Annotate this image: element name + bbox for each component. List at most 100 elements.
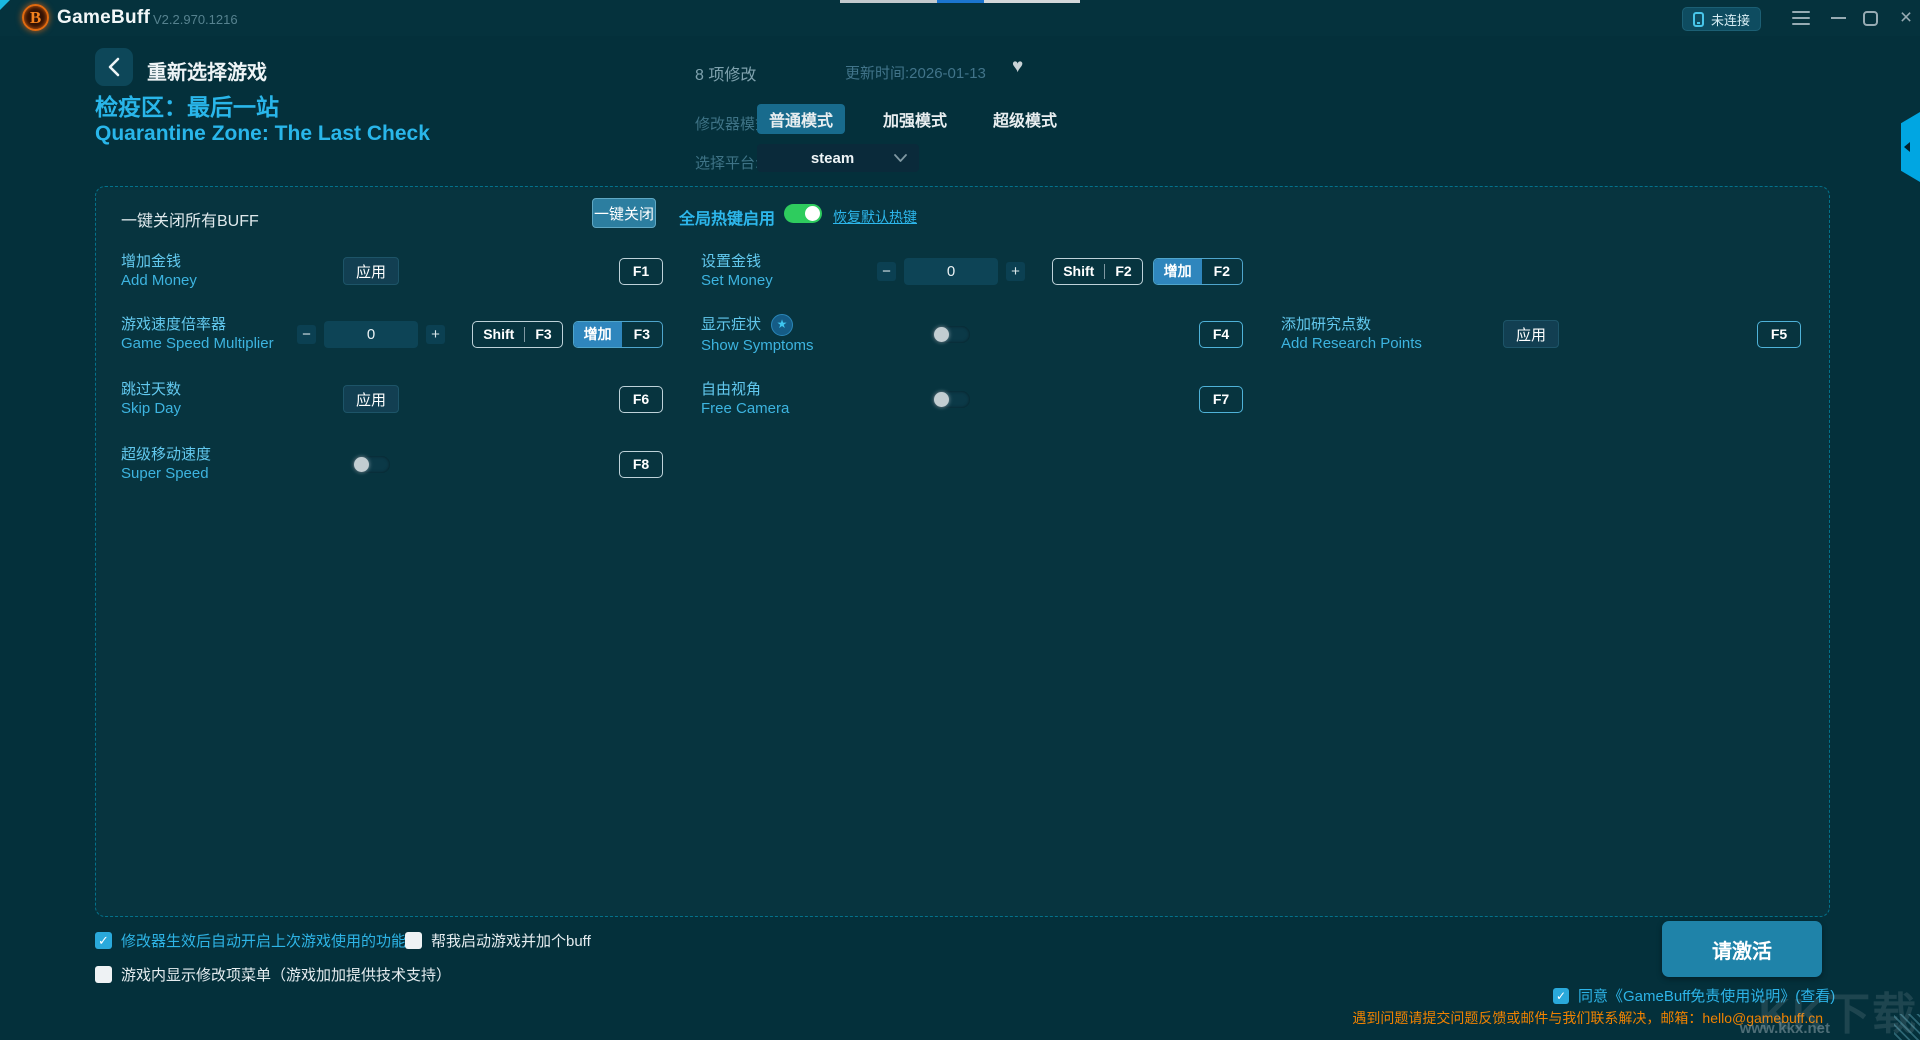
- hotkey-shift-f2[interactable]: Shift F2: [1052, 257, 1143, 285]
- corner-accent: [0, 0, 10, 10]
- apply-button[interactable]: 应用: [342, 385, 399, 413]
- auto-enable-label[interactable]: 修改器生效后自动开启上次游戏使用的功能: [121, 930, 406, 951]
- platform-label: 选择平台:: [695, 155, 760, 172]
- game-title-en: Quarantine Zone: The Last Check: [95, 122, 430, 145]
- value-input[interactable]: [324, 320, 418, 348]
- feature-name-en: Show Symptoms: [701, 336, 814, 354]
- close-icon[interactable]: ×: [1894, 5, 1918, 31]
- heart-icon[interactable]: ♥: [1012, 56, 1023, 78]
- increment-button[interactable]: +: [1006, 261, 1025, 281]
- watermark-site: www.kkx.net: [1739, 1020, 1830, 1037]
- platform-select[interactable]: steam: [757, 144, 919, 172]
- feature-skip-day: 跳过天数 Skip Day 应用 F6: [121, 373, 701, 425]
- checkbox-unchecked[interactable]: [95, 966, 112, 983]
- side-panel-pull-tab[interactable]: [1901, 112, 1920, 182]
- app-title: GameBuff: [57, 7, 151, 28]
- hotkey-f4[interactable]: F4: [1199, 320, 1243, 348]
- feature-label: 显示症状 ★ Show Symptoms: [701, 313, 871, 355]
- feature-label: 增加金钱 Add Money: [121, 252, 291, 290]
- corner-stripes: [1894, 1014, 1920, 1040]
- apply-button[interactable]: 应用: [1502, 320, 1559, 348]
- toggle-switch[interactable]: [352, 455, 390, 473]
- feature-super-speed: 超级移动速度 Super Speed F8: [121, 438, 701, 490]
- feature-name-cn: 跳过天数: [121, 381, 182, 398]
- tab-enhanced-mode[interactable]: 加强模式: [875, 104, 955, 134]
- feature-name-cn-text: 显示症状: [701, 316, 762, 333]
- feature-label: 设置金钱 Set Money: [701, 252, 871, 290]
- close-all-buff-label: 一键关闭所有BUFF: [121, 213, 259, 230]
- tab-super-mode[interactable]: 超级模式: [985, 104, 1065, 134]
- hotkey-f6[interactable]: F6: [619, 385, 663, 413]
- hamburger-menu-icon[interactable]: [1790, 9, 1812, 27]
- launch-buff-label[interactable]: 帮我启动游戏并加个buff: [431, 930, 591, 951]
- feature-label: 游戏速度倍率器 Game Speed Multiplier: [121, 315, 291, 353]
- toggle-knob: [934, 391, 949, 407]
- hotkey-f7[interactable]: F7: [1199, 385, 1243, 413]
- maximize-icon[interactable]: [1860, 8, 1880, 28]
- hotkey-key: F3: [535, 326, 552, 342]
- hotkey-f8[interactable]: F8: [619, 450, 663, 478]
- chevron-down-icon: [894, 154, 907, 162]
- features-panel: 一键关闭所有BUFF 一键关闭 全局热键启用 恢复默认热键 增加金钱 Add M…: [95, 186, 1830, 917]
- value-input[interactable]: [904, 257, 998, 285]
- feature-free-camera: 自由视角 Free Camera F7: [701, 373, 1281, 425]
- gamebuff-logo-icon: B: [22, 4, 49, 31]
- increment-button[interactable]: +: [426, 324, 445, 344]
- phone-icon: [1693, 11, 1704, 27]
- hotkey-increase-f2[interactable]: 增加 F2: [1152, 257, 1243, 285]
- back-button[interactable]: [95, 48, 133, 86]
- restore-default-hotkeys-link[interactable]: 恢复默认热键: [833, 207, 917, 227]
- toggle-knob: [805, 206, 820, 221]
- decrement-button[interactable]: −: [877, 261, 896, 281]
- feature-name-cn: 超级移动速度: [121, 446, 212, 463]
- app-version: V2.2.970.1216: [153, 12, 238, 27]
- top-edge-strip: [840, 0, 1080, 3]
- feature-name-cn: 增加金钱: [121, 253, 182, 270]
- connection-status-label: 未连接: [1711, 12, 1751, 28]
- hotkey-modifier: Shift: [1063, 263, 1095, 279]
- feature-name-en: Game Speed Multiplier: [121, 335, 274, 352]
- apply-button[interactable]: 应用: [342, 257, 399, 285]
- feature-name-en: Free Camera: [701, 400, 790, 417]
- feature-label: 跳过天数 Skip Day: [121, 380, 291, 418]
- connection-status-button[interactable]: 未连接: [1682, 7, 1762, 31]
- feature-show-symptoms: 显示症状 ★ Show Symptoms F4: [701, 308, 1281, 360]
- feature-label: 超级移动速度 Super Speed: [121, 445, 291, 483]
- feature-name-cn: 自由视角: [701, 381, 762, 398]
- hotkey-key: F2: [1115, 263, 1132, 279]
- chevron-left-icon: [108, 57, 120, 77]
- star-badge-icon: ★: [771, 313, 794, 336]
- ingame-menu-label[interactable]: 游戏内显示修改项菜单（游戏加加提供技术支持）: [121, 964, 451, 985]
- hotkey-f1[interactable]: F1: [619, 257, 663, 285]
- increase-label: 增加: [1153, 258, 1202, 284]
- checkbox-checked[interactable]: ✓: [95, 932, 112, 949]
- toggle-switch[interactable]: [932, 390, 970, 408]
- hotkey-f5[interactable]: F5: [1757, 320, 1801, 348]
- mod-count: 8 项修改: [695, 67, 757, 84]
- hotkey-key: F2: [1213, 263, 1230, 279]
- launch-buff-checkbox-row: 帮我启动游戏并加个buff: [405, 930, 591, 951]
- minimize-icon[interactable]: [1828, 8, 1848, 28]
- toggle-knob: [934, 326, 949, 342]
- checkbox-checked[interactable]: ✓: [1553, 987, 1569, 1004]
- hotkey-modifier: Shift: [483, 326, 515, 342]
- close-all-button[interactable]: 一键关闭: [592, 198, 656, 228]
- feature-name-cn: 设置金钱: [701, 253, 762, 270]
- decrement-button[interactable]: −: [297, 324, 316, 344]
- update-time: 更新时间:2026-01-13: [845, 65, 986, 82]
- feature-name-en: Super Speed: [121, 465, 209, 482]
- global-hotkey-toggle[interactable]: [784, 204, 822, 223]
- feature-set-money: 设置金钱 Set Money − + Shift F2 增加 F2: [701, 245, 1281, 297]
- hotkey-increase-f3[interactable]: 增加 F3: [572, 320, 663, 348]
- tab-normal-mode[interactable]: 普通模式: [757, 104, 846, 134]
- toggle-switch[interactable]: [932, 325, 970, 343]
- hotkey-shift-f3[interactable]: Shift F3: [472, 320, 563, 348]
- feature-name-en: Set Money: [701, 272, 773, 289]
- activate-button[interactable]: 请激活: [1662, 921, 1822, 977]
- feature-name-en: Add Money: [121, 272, 197, 289]
- feature-label: 添加研究点数 Add Research Points: [1281, 315, 1451, 353]
- hotkey-key: F3: [633, 326, 650, 342]
- checkbox-unchecked[interactable]: [405, 932, 422, 949]
- auto-enable-checkbox-row: ✓ 修改器生效后自动开启上次游戏使用的功能: [95, 930, 406, 951]
- titlebar: B GameBuff V2.2.970.1216 未连接 ×: [0, 0, 1920, 36]
